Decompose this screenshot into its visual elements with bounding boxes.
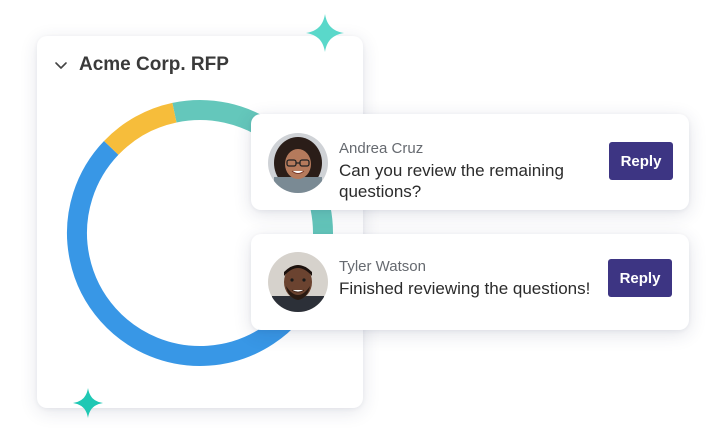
sparkle-icon bbox=[73, 388, 103, 418]
comment-card: Tyler Watson Finished reviewing the ques… bbox=[251, 234, 689, 330]
rfp-title: Acme Corp. RFP bbox=[79, 54, 229, 75]
chevron-down-icon[interactable] bbox=[53, 57, 69, 73]
sparkle-icon bbox=[306, 14, 344, 52]
donut-segment-yellow bbox=[104, 102, 177, 156]
comment-text: Can you review the remaining questions? bbox=[339, 161, 564, 201]
reply-button[interactable]: Reply bbox=[608, 259, 672, 297]
comment-body: Tyler Watson Finished reviewing the ques… bbox=[339, 258, 599, 299]
stage: Acme Corp. RFP Andrea Cruz Can you revie… bbox=[0, 0, 720, 444]
comment-author: Andrea Cruz bbox=[339, 140, 424, 157]
user-avatar bbox=[268, 133, 328, 193]
comment-author: Tyler Watson bbox=[339, 258, 426, 275]
comment-body: Andrea Cruz Can you review the remaining… bbox=[339, 140, 599, 202]
rfp-header[interactable]: Acme Corp. RFP bbox=[53, 54, 229, 76]
user-avatar bbox=[268, 252, 328, 312]
reply-button[interactable]: Reply bbox=[609, 142, 673, 180]
comment-text: Finished reviewing the questions! bbox=[339, 279, 591, 298]
comment-card: Andrea Cruz Can you review the remaining… bbox=[251, 114, 689, 210]
rfp-card: Acme Corp. RFP bbox=[37, 36, 363, 408]
